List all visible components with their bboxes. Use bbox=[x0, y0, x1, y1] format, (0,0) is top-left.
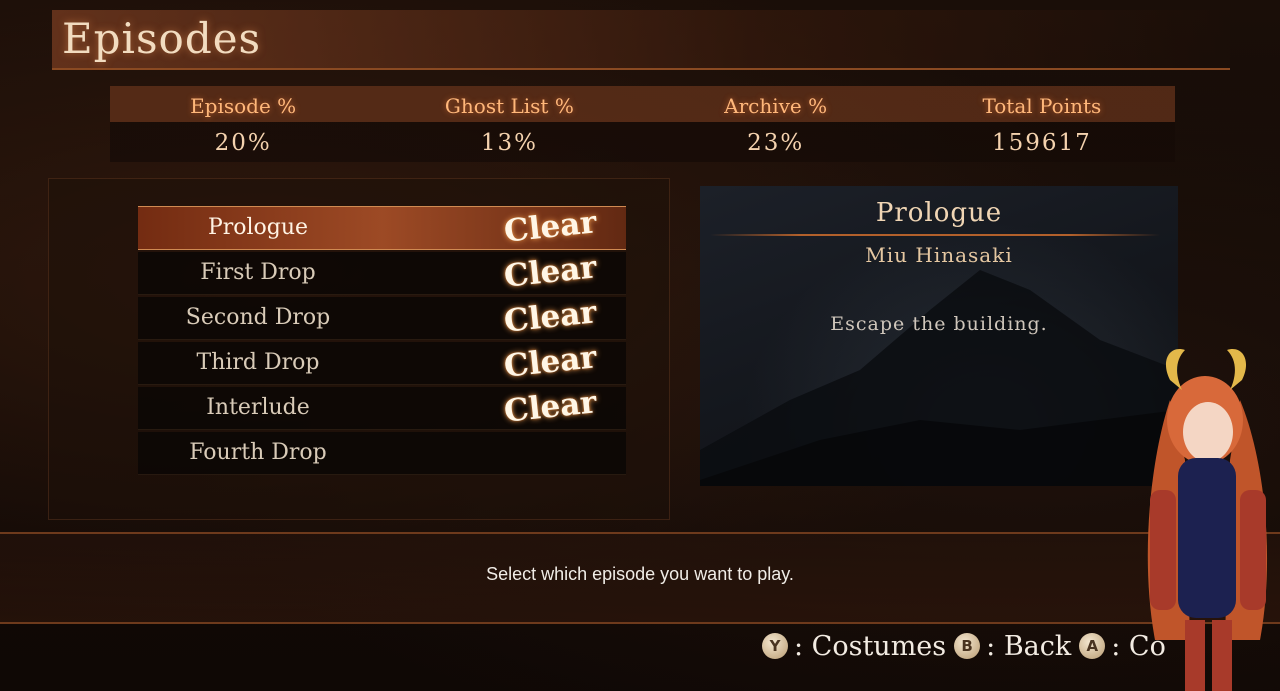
page-title: Episodes bbox=[62, 14, 262, 63]
b-button-icon: B bbox=[954, 633, 981, 659]
controller-hints: Y : Costumes B : Back A : Co bbox=[762, 628, 1174, 664]
costumes-button[interactable]: Y : Costumes bbox=[762, 631, 946, 662]
stat-ghost-list: Ghost List % 13% bbox=[376, 86, 642, 162]
clear-badge: Clear bbox=[502, 204, 599, 250]
episode-row-first-drop[interactable]: First Drop Clear bbox=[138, 249, 626, 295]
stat-label: Ghost List % bbox=[444, 94, 574, 118]
stat-label: Archive % bbox=[724, 94, 828, 118]
detail-divider bbox=[710, 234, 1160, 236]
vtuber-avatar bbox=[1147, 349, 1268, 691]
episode-name: Second Drop bbox=[185, 305, 331, 330]
stat-value: 23% bbox=[747, 130, 805, 156]
episode-name: Prologue bbox=[207, 215, 309, 240]
stat-episode: Episode % 20% bbox=[110, 86, 376, 162]
episode-row-prologue[interactable]: Prologue Clear bbox=[138, 204, 626, 250]
stat-value: 13% bbox=[480, 130, 538, 156]
costumes-label: : Costumes bbox=[794, 630, 947, 662]
stats-bar: Episode % 20% Ghost List % 13% Archive %… bbox=[110, 86, 1175, 162]
detail-objective: Escape the building. bbox=[830, 313, 1048, 335]
stat-value: 20% bbox=[214, 130, 272, 156]
episode-name: Third Drop bbox=[196, 350, 320, 375]
stat-value: 159617 bbox=[991, 130, 1092, 156]
episode-name: First Drop bbox=[200, 260, 316, 285]
clear-badge: Clear bbox=[502, 294, 599, 340]
stat-archive: Archive % 23% bbox=[643, 86, 909, 162]
clear-badge: Clear bbox=[502, 339, 599, 385]
detail-character: Miu Hinasaki bbox=[865, 243, 1013, 267]
stat-label: Episode % bbox=[190, 94, 297, 118]
detail-title: Prologue bbox=[875, 198, 1003, 228]
hint-text: Select which episode you want to play. bbox=[486, 564, 794, 584]
episode-row-fourth-drop[interactable]: Fourth Drop bbox=[138, 432, 626, 475]
episode-list: Prologue Clear First Drop Clear Second D… bbox=[138, 204, 626, 477]
stat-label: Total Points bbox=[982, 94, 1102, 118]
clear-badge: Clear bbox=[502, 249, 599, 295]
episode-name: Fourth Drop bbox=[189, 440, 327, 465]
mountain-artwork bbox=[700, 270, 1178, 486]
episode-row-second-drop[interactable]: Second Drop Clear bbox=[138, 294, 626, 340]
back-button[interactable]: B : Back bbox=[954, 631, 1071, 662]
back-label: : Back bbox=[986, 630, 1072, 662]
stat-total-points: Total Points 159617 bbox=[909, 86, 1175, 162]
clear-badge: Clear bbox=[502, 384, 599, 430]
episode-row-interlude[interactable]: Interlude Clear bbox=[138, 384, 626, 430]
a-button-icon: A bbox=[1079, 633, 1106, 659]
episode-row-third-drop[interactable]: Third Drop Clear bbox=[138, 339, 626, 385]
y-button-icon: Y bbox=[762, 633, 788, 659]
episode-name: Interlude bbox=[206, 395, 310, 420]
